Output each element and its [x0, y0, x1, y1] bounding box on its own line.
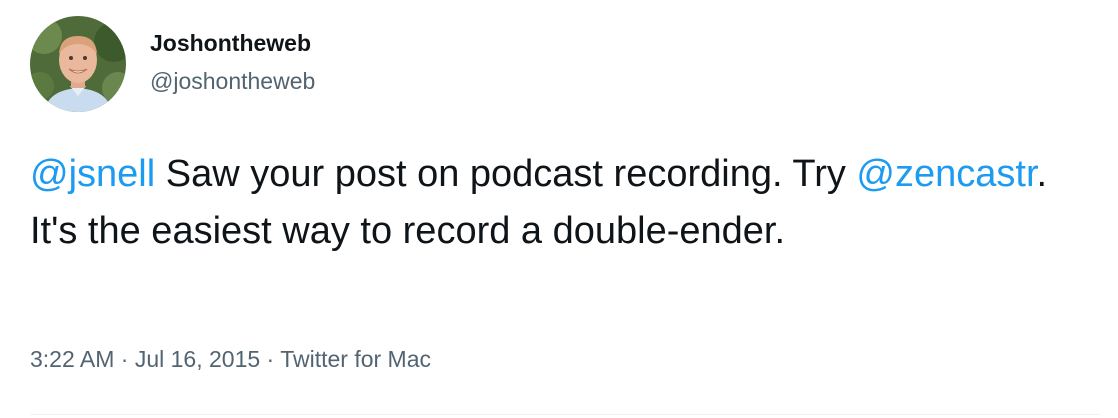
mention-jsnell-link[interactable]: @jsnell — [30, 153, 155, 195]
tweet-text: @jsnell Saw your post on podcast recordi… — [30, 146, 1100, 260]
mention-zencastr-link[interactable]: @zencastr — [856, 153, 1036, 195]
avatar[interactable] — [30, 16, 126, 112]
tweet-source[interactable]: Twitter for Mac — [280, 346, 431, 372]
tweet-text-part-1: Saw your post on podcast recording. Try — [155, 153, 857, 195]
divider — [30, 414, 1100, 415]
meta-separator: · — [260, 346, 281, 372]
author-display-name[interactable]: Joshontheweb — [150, 26, 315, 60]
tweet-meta: 3:22 AM · Jul 16, 2015 · Twitter for Mac — [30, 342, 431, 376]
profile-photo-icon — [30, 16, 126, 112]
tweet-date[interactable]: Jul 16, 2015 — [135, 346, 260, 372]
meta-separator: · — [114, 346, 135, 372]
tweet-card: Joshontheweb @joshontheweb @jsnell Saw y… — [0, 0, 1118, 418]
tweet-time[interactable]: 3:22 AM — [30, 346, 114, 372]
author-block: Joshontheweb @joshontheweb — [150, 26, 315, 98]
author-handle[interactable]: @joshontheweb — [150, 64, 315, 98]
